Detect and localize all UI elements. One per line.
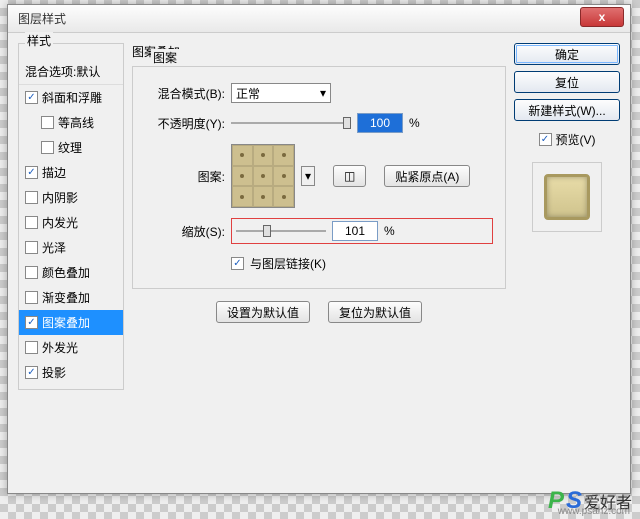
- style-label: 图案叠加: [42, 314, 90, 331]
- blend-mode-value: 正常: [236, 85, 260, 102]
- style-item-outer-glow[interactable]: 外发光: [19, 335, 123, 360]
- titlebar: 图层样式 x: [8, 5, 630, 33]
- ok-button[interactable]: 确定: [514, 43, 620, 65]
- percent-label: %: [384, 224, 395, 238]
- settings-panel: 图案叠加 图案 混合模式(B): 正常 ▾ 不透明度(Y): 100: [132, 43, 506, 483]
- blend-mode-label: 混合模式(B):: [145, 85, 225, 102]
- checkbox-icon[interactable]: [41, 141, 54, 154]
- style-label: 光泽: [42, 239, 66, 256]
- style-label: 投影: [42, 364, 66, 381]
- scale-label: 缩放(S):: [145, 223, 225, 240]
- style-item-texture[interactable]: 纹理: [19, 135, 123, 160]
- checkbox-icon[interactable]: ✓: [25, 166, 38, 179]
- style-item-satin[interactable]: 光泽: [19, 235, 123, 260]
- layer-style-dialog: 图层样式 x 样式 混合选项:默认 ✓ 斜面和浮雕 等高线 纹理: [7, 4, 631, 494]
- pattern-picker-button[interactable]: ▾: [301, 166, 315, 186]
- chevron-down-icon: ▾: [320, 86, 326, 100]
- blend-mode-select[interactable]: 正常 ▾: [231, 83, 331, 103]
- checkbox-icon[interactable]: [41, 116, 54, 129]
- new-preset-button[interactable]: ◫: [333, 165, 366, 187]
- style-label: 内发光: [42, 214, 78, 231]
- style-label: 内阴影: [42, 189, 78, 206]
- style-label: 等高线: [58, 114, 94, 131]
- close-icon: x: [599, 10, 606, 24]
- checkbox-icon[interactable]: [25, 291, 38, 304]
- checkbox-icon[interactable]: ✓: [25, 366, 38, 379]
- style-label: 描边: [42, 164, 66, 181]
- checkbox-icon[interactable]: [25, 241, 38, 254]
- styles-list-panel: 样式 混合选项:默认 ✓ 斜面和浮雕 等高线 纹理 ✓ 描边: [18, 43, 124, 483]
- opacity-input[interactable]: 100: [357, 113, 403, 133]
- chevron-down-icon: ▾: [305, 169, 311, 183]
- checkbox-icon[interactable]: ✓: [25, 316, 38, 329]
- opacity-label: 不透明度(Y):: [145, 115, 225, 132]
- panel-title: 图案叠加: [132, 43, 506, 60]
- preview-thumbnail: [544, 174, 590, 220]
- style-item-gradient-overlay[interactable]: 渐变叠加: [19, 285, 123, 310]
- scale-input[interactable]: 101: [332, 221, 378, 241]
- style-label: 颜色叠加: [42, 264, 90, 281]
- preview-checkbox[interactable]: ✓: [539, 133, 552, 146]
- watermark-url: www.psahz.com: [558, 506, 630, 517]
- reset-default-button[interactable]: 复位为默认值: [328, 301, 422, 323]
- cancel-button[interactable]: 复位: [514, 71, 620, 93]
- styles-header: 样式: [25, 32, 53, 49]
- new-style-button[interactable]: 新建样式(W)...: [514, 99, 620, 121]
- pattern-label: 图案:: [145, 168, 225, 185]
- make-default-button[interactable]: 设置为默认值: [216, 301, 310, 323]
- style-item-color-overlay[interactable]: 颜色叠加: [19, 260, 123, 285]
- style-item-inner-glow[interactable]: 内发光: [19, 210, 123, 235]
- percent-label: %: [409, 116, 420, 130]
- blending-options-item[interactable]: 混合选项:默认: [19, 59, 123, 85]
- checkbox-icon[interactable]: ✓: [25, 91, 38, 104]
- style-item-contour[interactable]: 等高线: [19, 110, 123, 135]
- checkbox-icon[interactable]: [25, 266, 38, 279]
- scale-highlight: 101 %: [231, 218, 493, 244]
- snap-origin-button[interactable]: 贴紧原点(A): [384, 165, 470, 187]
- checkbox-icon[interactable]: [25, 341, 38, 354]
- style-item-bevel[interactable]: ✓ 斜面和浮雕: [19, 85, 123, 110]
- style-label: 纹理: [58, 139, 82, 156]
- checkbox-icon[interactable]: [25, 191, 38, 204]
- style-label: 斜面和浮雕: [42, 89, 102, 106]
- style-item-drop-shadow[interactable]: ✓ 投影: [19, 360, 123, 385]
- pattern-group-label: 图案: [151, 49, 179, 66]
- style-item-pattern-overlay[interactable]: ✓ 图案叠加: [19, 310, 123, 335]
- action-panel: 确定 复位 新建样式(W)... ✓ 预览(V): [514, 43, 620, 483]
- preview-label: 预览(V): [556, 131, 596, 148]
- style-label: 外发光: [42, 339, 78, 356]
- close-button[interactable]: x: [580, 7, 624, 27]
- checkbox-icon[interactable]: [25, 216, 38, 229]
- scale-slider[interactable]: [236, 222, 326, 240]
- dialog-title: 图层样式: [18, 10, 580, 27]
- style-item-stroke[interactable]: ✓ 描边: [19, 160, 123, 185]
- link-layer-checkbox[interactable]: ✓: [231, 257, 244, 270]
- preview-panel: [532, 162, 602, 232]
- link-layer-label: 与图层链接(K): [250, 255, 326, 272]
- opacity-slider[interactable]: [231, 114, 351, 132]
- pattern-swatch[interactable]: [231, 144, 295, 208]
- document-icon: ◫: [344, 169, 355, 183]
- style-item-inner-shadow[interactable]: 内阴影: [19, 185, 123, 210]
- style-label: 渐变叠加: [42, 289, 90, 306]
